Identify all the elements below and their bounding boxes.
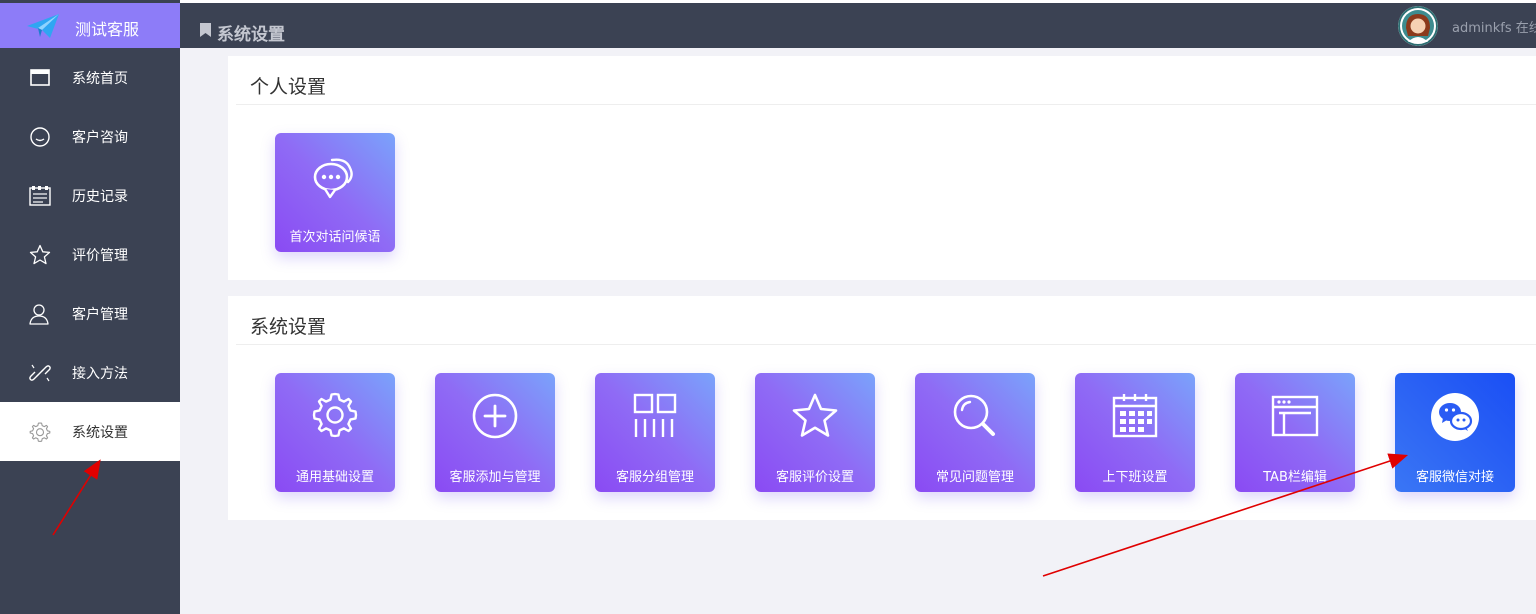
tile-label: TAB栏编辑 bbox=[1263, 470, 1327, 485]
agent-management-tile[interactable]: 客服添加与管理 bbox=[435, 373, 555, 492]
greeting-tile[interactable]: 首次对话问候语 bbox=[275, 133, 395, 252]
brand-header[interactable]: 测试客服 bbox=[0, 3, 180, 48]
sidebar-item-consult[interactable]: 客户咨询 bbox=[0, 107, 180, 166]
tile-label: 通用基础设置 bbox=[295, 470, 374, 485]
agent-rating-tile[interactable]: 客服评价设置 bbox=[755, 373, 875, 492]
personal-settings-panel: 个人设置 首次对话问候语 bbox=[228, 56, 1536, 280]
chat-bubbles-icon bbox=[313, 158, 353, 199]
divider bbox=[236, 104, 1536, 105]
username[interactable]: adminkfs 在线 bbox=[1452, 17, 1536, 36]
tile-label: 客服评价设置 bbox=[775, 470, 854, 485]
plus-circle-icon bbox=[472, 393, 518, 439]
sidebar-item-integration[interactable]: 接入方法 bbox=[0, 343, 180, 402]
agent-group-tile[interactable]: 客服分组管理 bbox=[595, 373, 715, 492]
tile-label: 客服分组管理 bbox=[615, 470, 694, 485]
divider bbox=[236, 344, 1536, 345]
smile-icon bbox=[30, 126, 50, 147]
sidebar-item-label: 客户咨询 bbox=[72, 129, 128, 146]
tile-label: 客服添加与管理 bbox=[449, 470, 541, 485]
tab-editor-tile[interactable]: TAB栏编辑 bbox=[1235, 373, 1355, 492]
star-icon bbox=[792, 393, 838, 437]
wechat-icon bbox=[1431, 393, 1479, 441]
sidebar-item-label: 接入方法 bbox=[72, 365, 128, 382]
calendar-icon bbox=[1112, 394, 1158, 438]
user-icon bbox=[29, 303, 49, 325]
wechat-integration-tile[interactable]: 客服微信对接 bbox=[1395, 373, 1515, 492]
paper-plane-icon bbox=[27, 14, 59, 38]
gear-icon bbox=[29, 421, 51, 442]
sidebar-item-label: 历史记录 bbox=[72, 188, 128, 205]
sidebar-item-label: 客户管理 bbox=[72, 306, 128, 323]
tile-label: 客服微信对接 bbox=[1415, 470, 1494, 485]
browser-window-icon bbox=[1271, 395, 1319, 437]
window-icon bbox=[30, 68, 50, 86]
panel-title: 系统设置 bbox=[250, 316, 327, 338]
sidebar-menu: 系统首页 客户咨询 历史记录 评价管理 客户管理 接入方法 系统设置 bbox=[0, 48, 180, 461]
calendar-list-icon bbox=[29, 185, 51, 206]
gear-icon bbox=[312, 392, 358, 438]
sidebar-item-history[interactable]: 历史记录 bbox=[0, 166, 180, 225]
brand-name: 测试客服 bbox=[75, 20, 140, 39]
sidebar: 测试客服 系统首页 客户咨询 历史记录 评价管理 客户管理 接入方法 系统设置 bbox=[0, 0, 180, 614]
tile-label: 常见问题管理 bbox=[935, 470, 1014, 485]
avatar-image bbox=[1398, 6, 1438, 46]
star-icon bbox=[29, 244, 51, 264]
sidebar-item-home[interactable]: 系统首页 bbox=[0, 48, 180, 107]
tile-label: 首次对话问候语 bbox=[289, 230, 381, 245]
sidebar-item-customers[interactable]: 客户管理 bbox=[0, 284, 180, 343]
link-icon bbox=[29, 364, 51, 381]
sidebar-item-settings[interactable]: 系统设置 bbox=[0, 402, 180, 461]
search-icon bbox=[953, 394, 995, 436]
general-settings-tile[interactable]: 通用基础设置 bbox=[275, 373, 395, 492]
work-hours-tile[interactable]: 上下班设置 bbox=[1075, 373, 1195, 492]
avatar[interactable] bbox=[1398, 6, 1438, 46]
sidebar-item-label: 系统设置 bbox=[72, 424, 128, 441]
faq-management-tile[interactable]: 常见问题管理 bbox=[915, 373, 1035, 492]
tile-label: 上下班设置 bbox=[1102, 470, 1168, 485]
page-title: 系统设置 bbox=[217, 25, 285, 45]
bookmark-icon bbox=[200, 23, 211, 37]
grid-group-icon bbox=[633, 393, 677, 437]
top-bar: 系统设置 adminkfs 在线 bbox=[180, 3, 1536, 48]
sidebar-item-reviews[interactable]: 评价管理 bbox=[0, 225, 180, 284]
panel-title: 个人设置 bbox=[250, 76, 327, 98]
system-settings-panel: 系统设置 通用基础设置 客服添加与管理 客服分组管理 客服评价设置 常见问题管理… bbox=[228, 296, 1536, 520]
sidebar-item-label: 评价管理 bbox=[72, 247, 128, 264]
sidebar-item-label: 系统首页 bbox=[72, 70, 128, 87]
